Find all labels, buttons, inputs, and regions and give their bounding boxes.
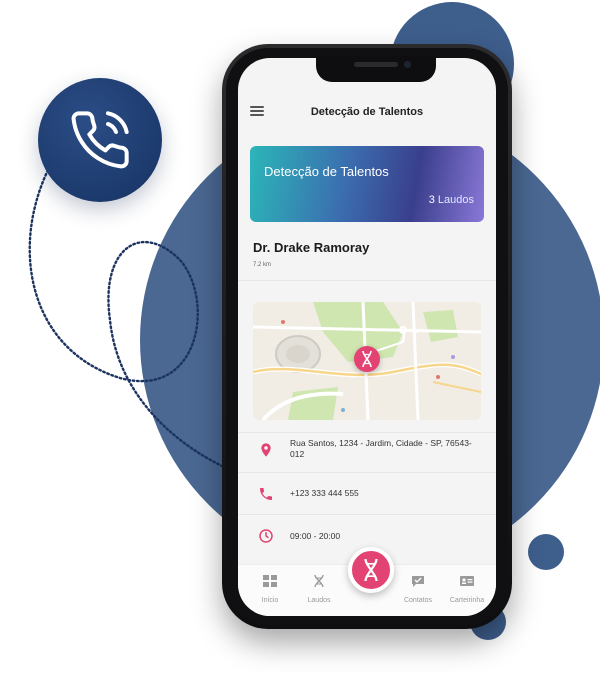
grid-icon [263, 575, 277, 587]
app-screen: Detecção de Talentos Detecção de Talento… [238, 58, 496, 616]
divider [238, 514, 496, 515]
divider [238, 432, 496, 433]
phone-call-badge [38, 78, 162, 202]
promo-stage: Detecção de Talentos Detecção de Talento… [0, 0, 600, 674]
report-count-label: Laudos [437, 194, 474, 206]
map-dna-marker[interactable] [354, 346, 380, 372]
phone-icon [260, 488, 272, 500]
tab-label: Início [261, 597, 279, 604]
center-dna-button[interactable] [348, 547, 394, 593]
phone-notch [316, 56, 436, 82]
tab-contatos[interactable]: Contatos [394, 575, 442, 607]
hours-text: 09:00 - 20:00 [290, 531, 341, 541]
chat-check-icon [412, 576, 424, 587]
phone-call-icon [71, 111, 129, 169]
app-header: Detecção de Talentos [238, 92, 496, 132]
id-card-icon [460, 576, 474, 586]
tab-inicio[interactable]: Início [246, 575, 294, 607]
tab-label: Contatos [403, 597, 433, 604]
divider [238, 472, 496, 473]
banner-title: Detecção de Talentos [264, 164, 389, 179]
talent-banner[interactable]: Detecção de Talentos 3 Laudos [250, 146, 484, 222]
banner-report-count: 3 Laudos [429, 194, 474, 206]
tab-label: Carteirinha [449, 597, 485, 604]
dna-icon [314, 575, 324, 587]
tab-laudos[interactable]: Laudos [295, 575, 343, 607]
tab-carteirinha[interactable]: Carteirinha [443, 575, 491, 607]
location-pin-icon [261, 443, 271, 457]
page-title: Detecção de Talentos [310, 106, 424, 118]
report-count-value: 3 [428, 194, 435, 206]
dna-icon [364, 559, 378, 581]
doctor-name: Dr. Drake Ramoray [253, 240, 370, 255]
dna-icon [362, 351, 372, 367]
doctor-distance: 7.2 km [253, 262, 272, 268]
divider [238, 280, 496, 281]
clock-icon [259, 529, 273, 543]
tab-label: Laudos [307, 597, 331, 604]
address-text: Rua Santos, 1234 - Jardim, Cidade - SP, … [290, 438, 472, 459]
phone-text: +123 333 444 555 [290, 488, 359, 498]
